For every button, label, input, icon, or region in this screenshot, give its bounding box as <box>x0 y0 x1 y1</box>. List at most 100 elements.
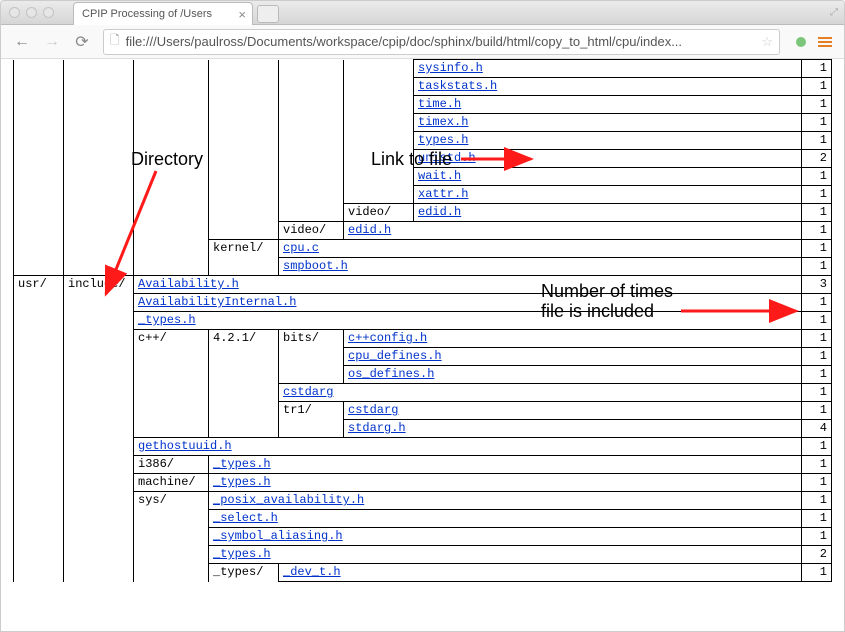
file-link[interactable]: unistd.h <box>418 151 476 165</box>
dir-cell <box>64 402 134 420</box>
dir-cell <box>64 420 134 438</box>
file-link[interactable]: os_defines.h <box>348 367 434 381</box>
extension-icon[interactable] <box>796 37 806 47</box>
new-tab-button[interactable] <box>257 5 279 23</box>
dir-cell <box>209 150 279 168</box>
dir-cell <box>344 168 414 186</box>
dir-cell <box>279 204 344 222</box>
dir-cell <box>134 132 209 150</box>
dir-cell <box>64 258 134 276</box>
file-link[interactable]: gethostuuid.h <box>138 439 232 453</box>
file-cell: taskstats.h <box>414 78 802 96</box>
file-link[interactable]: sysinfo.h <box>418 61 483 75</box>
table-row: xattr.h1 <box>14 186 832 204</box>
include-count: 1 <box>802 474 832 492</box>
file-link[interactable]: _select.h <box>213 511 278 525</box>
file-link[interactable]: types.h <box>418 133 468 147</box>
table-row: cpu_defines.h1 <box>14 348 832 366</box>
file-link[interactable]: _types.h <box>213 475 271 489</box>
table-row: c++/4.2.1/bits/c++config.h1 <box>14 330 832 348</box>
dir-cell <box>134 222 209 240</box>
include-count: 1 <box>802 168 832 186</box>
dir-cell <box>64 240 134 258</box>
table-row: usr/include/Availability.h3 <box>14 276 832 294</box>
dir-cell <box>64 564 134 582</box>
close-window-button[interactable] <box>9 7 20 18</box>
dir-cell <box>14 474 64 492</box>
file-link[interactable]: _posix_availability.h <box>213 493 364 507</box>
dir-cell <box>64 456 134 474</box>
dir-cell: video/ <box>279 222 344 240</box>
file-link[interactable]: stdarg.h <box>348 421 406 435</box>
file-link[interactable]: smpboot.h <box>283 259 348 273</box>
dir-cell <box>14 186 64 204</box>
dir-cell <box>14 168 64 186</box>
file-link[interactable]: time.h <box>418 97 461 111</box>
dir-cell <box>134 150 209 168</box>
dir-cell <box>14 78 64 96</box>
dir-cell <box>134 60 209 78</box>
include-count: 1 <box>802 384 832 402</box>
file-cell: edid.h <box>344 222 802 240</box>
file-include-table: sysinfo.h1taskstats.h1time.h1timex.h1typ… <box>13 59 832 582</box>
dir-cell <box>209 96 279 114</box>
table-row: timex.h1 <box>14 114 832 132</box>
file-link[interactable]: _types.h <box>138 313 196 327</box>
dir-cell <box>14 204 64 222</box>
file-link[interactable]: edid.h <box>418 205 461 219</box>
include-count: 4 <box>802 420 832 438</box>
file-link[interactable]: _types.h <box>213 457 271 471</box>
dir-cell <box>64 186 134 204</box>
file-link[interactable]: AvailabilityInternal.h <box>138 295 296 309</box>
file-link[interactable]: cstdarg <box>283 385 333 399</box>
include-count: 1 <box>802 330 832 348</box>
file-link[interactable]: _dev_t.h <box>283 565 341 579</box>
file-link[interactable]: _symbol_aliasing.h <box>213 529 343 543</box>
file-link[interactable]: c++config.h <box>348 331 427 345</box>
table-row: _symbol_aliasing.h 1 <box>14 528 832 546</box>
dir-cell <box>64 114 134 132</box>
zoom-window-button[interactable] <box>43 7 54 18</box>
dir-cell <box>14 528 64 546</box>
dir-cell <box>14 150 64 168</box>
file-link[interactable]: wait.h <box>418 169 461 183</box>
include-count: 1 <box>802 564 832 582</box>
dir-cell <box>64 150 134 168</box>
traffic-lights <box>9 7 54 18</box>
file-link[interactable]: taskstats.h <box>418 79 497 93</box>
dir-cell <box>64 168 134 186</box>
close-tab-icon[interactable]: × <box>238 7 246 22</box>
dir-cell <box>209 384 279 402</box>
file-link[interactable]: Availability.h <box>138 277 239 291</box>
file-link[interactable]: timex.h <box>418 115 468 129</box>
dir-cell <box>64 438 134 456</box>
include-count: 1 <box>802 60 832 78</box>
hamburger-menu-icon[interactable] <box>818 37 832 47</box>
file-link[interactable]: edid.h <box>348 223 391 237</box>
dir-cell <box>64 528 134 546</box>
include-count: 1 <box>802 528 832 546</box>
dir-cell <box>14 420 64 438</box>
url-bar[interactable]: 🗋 file:///Users/paulross/Documents/works… <box>103 29 780 55</box>
reload-button[interactable]: ⟳ <box>69 29 95 55</box>
file-link[interactable]: cstdarg <box>348 403 398 417</box>
file-cell: _types.h <box>209 474 802 492</box>
bookmark-star-icon[interactable]: ☆ <box>761 34 773 50</box>
back-button[interactable]: ← <box>9 29 35 55</box>
dir-cell <box>64 60 134 78</box>
table-row: kernel/cpu.c1 <box>14 240 832 258</box>
table-row: _types.h1 <box>14 312 832 330</box>
dir-cell <box>14 546 64 564</box>
forward-button[interactable]: → <box>39 29 65 55</box>
dir-cell <box>344 186 414 204</box>
file-link[interactable]: xattr.h <box>418 187 468 201</box>
file-link[interactable]: _types.h <box>213 547 271 561</box>
file-link[interactable]: cpu_defines.h <box>348 349 442 363</box>
dir-cell <box>64 510 134 528</box>
dir-cell <box>14 348 64 366</box>
minimize-window-button[interactable] <box>26 7 37 18</box>
dir-cell <box>209 132 279 150</box>
file-cell: types.h <box>414 132 802 150</box>
file-link[interactable]: cpu.c <box>283 241 319 255</box>
browser-tab[interactable]: CPIP Processing of /Users × <box>73 2 253 25</box>
